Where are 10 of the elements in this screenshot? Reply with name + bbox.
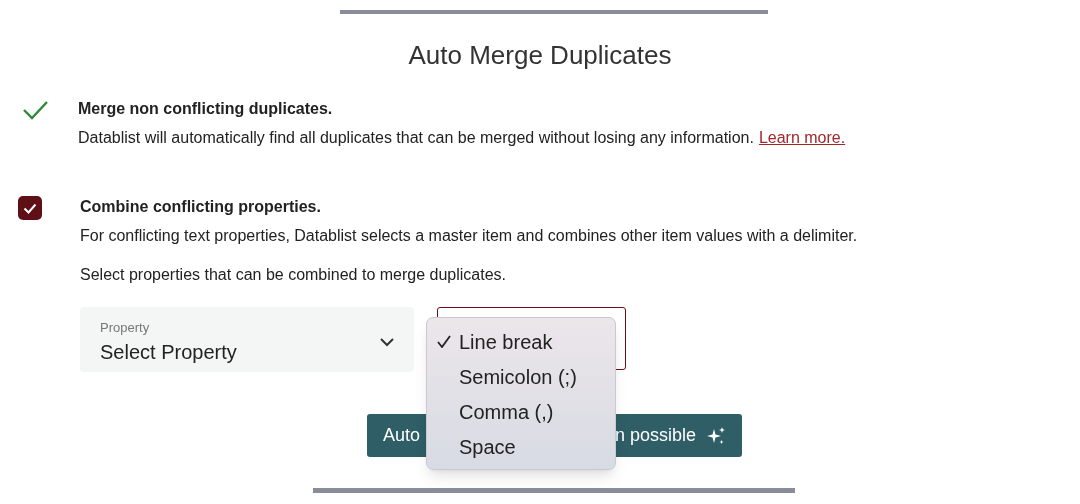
button-text-start: Auto xyxy=(383,424,421,447)
field-label: Property xyxy=(100,318,151,337)
hint-text: Select properties that can be combined to merge duplicates. xyxy=(80,265,508,285)
dialog-title: Auto Merge Duplicates xyxy=(408,39,672,72)
button-text-end: n possible xyxy=(614,424,696,447)
option-heading: Combine conflicting properties. xyxy=(80,197,322,217)
field-value: Select Property xyxy=(100,340,237,366)
option-description: Datablist will automatically find all duplicates that can be merged without losing any information. xyxy=(78,129,754,146)
option-description: For conflicting text properties, Datablist selects a master item and combines other item values with a delimiter. xyxy=(80,227,858,244)
option-heading: Merge non conflicting duplicates. xyxy=(78,99,334,119)
